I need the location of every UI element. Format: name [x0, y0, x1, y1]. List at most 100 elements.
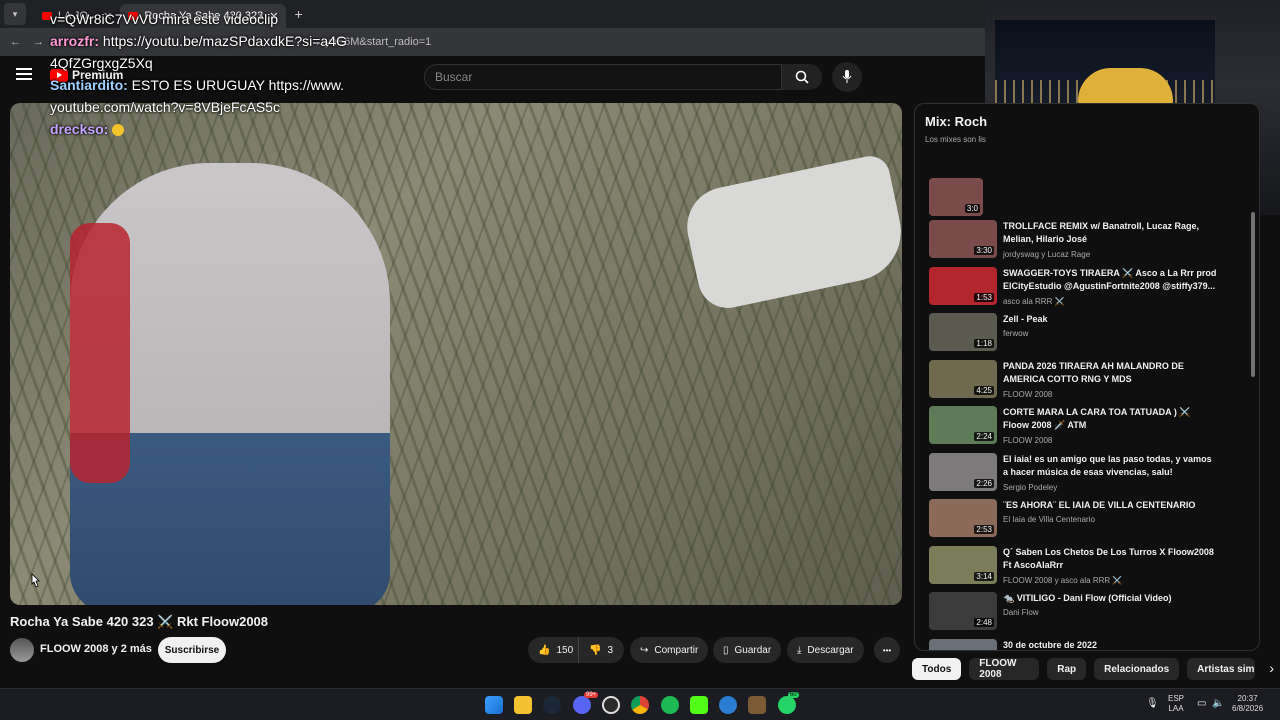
- playlist-item-title: ¨ES AHORA¨ EL IAIA DE VILLA CENTENARIO: [1003, 500, 1196, 510]
- windows-start-icon[interactable]: [485, 696, 503, 714]
- mix-playlist-panel: Mix: Roch Los mixes son lis 3:0 3:30 TROL…: [914, 103, 1260, 651]
- dislike-count: 3: [607, 644, 614, 656]
- chip-artistas-similares[interactable]: Artistas similar: [1187, 658, 1256, 680]
- video-thumbnail: 3:0: [929, 178, 983, 216]
- minecraft-icon[interactable]: [748, 696, 766, 714]
- playlist-item-channel: FLOOW 2008 y asco ala RRR ⚔️: [1003, 575, 1123, 585]
- video-duration: 3:0: [964, 204, 980, 213]
- playlist-item[interactable]: 1:18 Zell - Peak ferwow: [929, 313, 1249, 357]
- microphone-icon: [842, 70, 852, 83]
- ccleaner-icon[interactable]: [719, 696, 737, 714]
- related-filter-chips: Todos FLOOW 2008 Rap Relacionados Artist…: [912, 658, 1280, 682]
- video-thumbnail: 1:53: [929, 266, 997, 305]
- playlist-item-title: 30 de octubre de 2022: [1003, 639, 1098, 650]
- thumbs-up-icon: 👍: [538, 644, 551, 656]
- video-thumbnail: 3:30: [929, 220, 997, 258]
- video-duration: 3:14: [974, 571, 994, 581]
- clock[interactable]: 20:37 6/8/2026: [1232, 694, 1263, 714]
- playlist-item-current[interactable]: 3:0: [929, 178, 1249, 222]
- mix-title: Mix: Roch: [925, 114, 988, 129]
- download-button[interactable]: ⤓ Descargar: [787, 637, 864, 663]
- chat-message: dreckso:: [50, 118, 350, 140]
- video-thumbnail: 2:48: [929, 592, 997, 630]
- discord-icon[interactable]: [573, 696, 591, 714]
- whatsapp-badge: 60: [788, 692, 799, 698]
- voice-search-button[interactable]: [832, 62, 862, 92]
- more-actions-button[interactable]: •••: [874, 637, 900, 663]
- playlist-item-title: CORTE MARA LA CARA TOA TATUADA ) ⚔️ Floo…: [1003, 407, 1191, 430]
- playlist-item-channel: El Iaia de Villa Centenario: [1003, 515, 1095, 524]
- playlist-item[interactable]: 2:24 CORTE MARA LA CARA TOA TATUADA ) ⚔️ …: [929, 406, 1249, 450]
- chip-relacionados[interactable]: Relacionados: [1094, 658, 1180, 680]
- search-input[interactable]: Buscar: [424, 64, 782, 90]
- video-duration: 2:24: [974, 432, 994, 441]
- chip-rap[interactable]: Rap: [1047, 658, 1087, 680]
- playlist-item[interactable]: 3:30 TROLLFACE REMIX w/ Banatroll, Lucaz …: [929, 220, 1249, 264]
- video-duration: 3:30: [974, 246, 994, 255]
- playlist-item[interactable]: 2:48 🐀 VITILIGO - Dani Flow (Official Vid…: [929, 592, 1249, 636]
- whatsapp-icon[interactable]: [778, 696, 796, 714]
- stream-chat-overlay: v=QWr8iC7VvVU mira este videoclip arrozf…: [50, 8, 350, 140]
- file-explorer-icon[interactable]: [514, 696, 532, 714]
- playlist-item[interactable]: 1:53 SWAGGER-TOYS TIRAERA ⚔️ Asco a La Rr…: [929, 266, 1249, 311]
- back-icon[interactable]: ←: [10, 36, 21, 48]
- video-thumbnail: 2:26: [929, 452, 997, 491]
- emote-icon: [112, 124, 125, 137]
- chip-todos[interactable]: Todos: [912, 658, 962, 680]
- bookmark-icon: ▯: [723, 644, 729, 656]
- dislike-button[interactable]: 👎 3: [578, 637, 624, 663]
- playlist-item-title: SWAGGER-TOYS TIRAERA ⚔️ Asco a La Rrr pr…: [1003, 267, 1217, 291]
- playlist-item[interactable]: 4:25 PANDA 2026 TIRAERA AH MALANDRO DE AM…: [929, 359, 1249, 404]
- video-thumbnail: [929, 638, 997, 650]
- playlist-item-title: Q´ Saben Los Chetos De Los Turros X Floo…: [1003, 546, 1214, 570]
- playlist-item-title: PANDA 2026 TIRAERA AH MALANDRO DE AMERIC…: [1003, 360, 1184, 384]
- playlist-item[interactable]: 2:53 ¨ES AHORA¨ EL IAIA DE VILLA CENTENAR…: [929, 499, 1249, 543]
- playlist-item[interactable]: 2:26 El iaia! es un amigo que las paso to…: [929, 452, 1249, 497]
- chip-floow-2008[interactable]: FLOOW 2008: [969, 658, 1040, 680]
- chrome-icon[interactable]: [631, 696, 649, 714]
- video-title: Rocha Ya Sabe 420 323 ⚔️ Rkt Floow2008: [10, 614, 269, 629]
- like-button[interactable]: 👍 150: [528, 637, 578, 663]
- playlist-scrollbar[interactable]: [1251, 212, 1255, 377]
- webcam-streamer-cap: [1078, 68, 1173, 108]
- playlist-item-channel: Dani Flow: [1003, 608, 1039, 617]
- video-frame-shirt-stripe: [70, 223, 130, 483]
- playlist-item-channel: FLOOW 2008: [1003, 436, 1053, 445]
- search-button[interactable]: [782, 64, 822, 90]
- more-icon: •••: [882, 645, 892, 655]
- video-duration: 1:53: [974, 292, 994, 302]
- playlist-item-channel: FLOOW 2008: [1003, 389, 1053, 399]
- save-button[interactable]: ▯ Guardar: [713, 637, 782, 663]
- channel-name[interactable]: FLOOW 2008 y 2 más: [40, 643, 152, 655]
- share-label: Compartir: [654, 644, 699, 656]
- network-icon[interactable]: ▭: [1197, 698, 1206, 709]
- volume-icon[interactable]: 🔈: [1212, 698, 1224, 709]
- hamburger-menu-icon[interactable]: [16, 68, 32, 80]
- chat-message: v=QWr8iC7VvVU mira este videoclip: [50, 11, 279, 27]
- forward-icon[interactable]: →: [33, 36, 44, 48]
- spotify-icon[interactable]: [661, 696, 679, 714]
- playlist-item[interactable]: 30 de octubre de 2022: [929, 638, 1249, 650]
- tab-list-button[interactable]: ▾: [4, 3, 26, 25]
- subscribe-button[interactable]: Suscribirse: [158, 637, 226, 663]
- video-thumbnail: 1:18: [929, 313, 997, 351]
- share-button[interactable]: ↪ Compartir: [630, 637, 709, 663]
- kick-icon[interactable]: [690, 696, 708, 714]
- playlist-item-title: TROLLFACE REMIX w/ Banatroll, Lucaz Rage…: [1003, 221, 1200, 244]
- channel-avatar[interactable]: [10, 638, 34, 662]
- video-duration: 2:48: [974, 618, 994, 627]
- playlist-item[interactable]: 3:14 Q´ Saben Los Chetos De Los Turros X …: [929, 545, 1249, 590]
- microphone-tray-icon[interactable]: 🎙: [1146, 698, 1159, 709]
- playlist-item-title: Zell - Peak: [1003, 314, 1048, 324]
- video-duration: 2:53: [974, 525, 994, 534]
- like-count: 150: [556, 644, 574, 656]
- video-thumbnail: 2:53: [929, 499, 997, 537]
- steam-icon[interactable]: [543, 696, 561, 714]
- chat-message: Santiardito: ESTO ES URUGUAY https://www…: [50, 77, 345, 115]
- obs-icon[interactable]: [602, 696, 620, 714]
- video-player[interactable]: [10, 103, 902, 605]
- chevron-right-icon[interactable]: ›: [1263, 658, 1280, 682]
- playlist-item-title: 🐀 VITILIGO - Dani Flow (Official Video): [1003, 593, 1172, 603]
- playlist-item-channel: Sergio Podeley: [1003, 482, 1058, 492]
- language-indicator[interactable]: ESP LAA: [1168, 694, 1184, 714]
